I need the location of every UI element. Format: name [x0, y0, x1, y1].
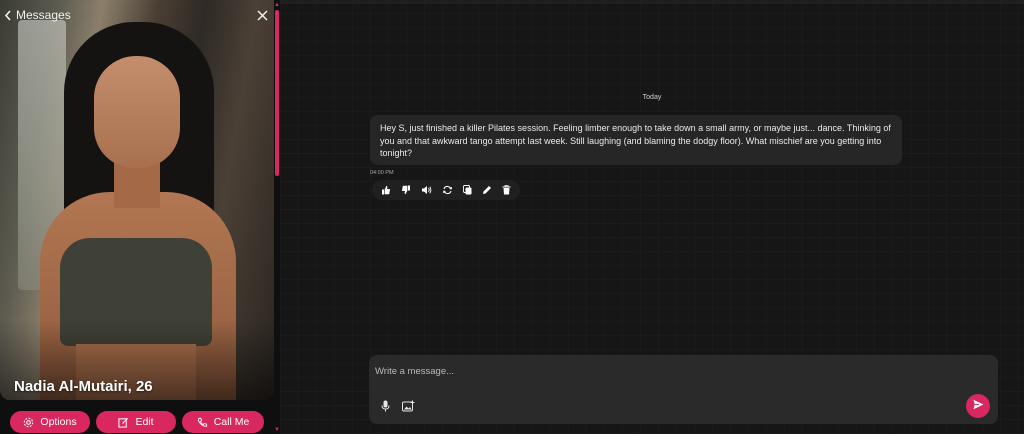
scrollbar-thumb[interactable]: [275, 10, 279, 176]
options-button[interactable]: Options: [10, 411, 90, 433]
edit-button[interactable]: Edit: [96, 411, 176, 433]
gear-icon: [23, 417, 34, 428]
close-button[interactable]: [257, 9, 268, 21]
profile-photo: [0, 0, 274, 400]
date-separator: Today: [642, 94, 662, 101]
message-bubble: Hey S, just finished a killer Pilates se…: [370, 115, 902, 165]
chat-app: Messages Nadia Al-Mutairi, 26 Options Ed…: [0, 0, 1024, 434]
message-composer: [369, 355, 998, 424]
phone-icon: [197, 417, 208, 428]
back-label: Messages: [16, 8, 71, 22]
close-icon: [257, 9, 268, 21]
message-time: 04:00 PM: [370, 170, 394, 176]
chevron-left-icon: [4, 9, 12, 21]
send-icon: [973, 397, 984, 415]
profile-actions: Options Edit Call Me: [10, 411, 270, 434]
microphone-icon[interactable]: [381, 399, 390, 417]
call-me-button[interactable]: Call Me: [182, 411, 264, 433]
thumbs-up-icon[interactable]: [381, 185, 391, 195]
call-me-label: Call Me: [213, 416, 250, 428]
message-input[interactable]: [375, 363, 955, 379]
back-to-messages-button[interactable]: Messages: [4, 8, 71, 22]
edit-label: Edit: [135, 416, 154, 428]
speaker-icon[interactable]: [421, 185, 432, 195]
profile-topbar: Messages: [0, 0, 274, 30]
trash-icon[interactable]: [502, 185, 511, 195]
edit-icon: [118, 417, 129, 428]
edit-pencil-icon[interactable]: [482, 185, 492, 195]
options-label: Options: [40, 416, 77, 428]
regenerate-icon[interactable]: [442, 185, 453, 195]
image-upload-icon[interactable]: [402, 399, 415, 417]
profile-panel: Messages Nadia Al-Mutairi, 26 Options Ed…: [0, 0, 274, 434]
message-toolbar: [372, 180, 520, 200]
profile-name: Nadia Al-Mutairi, 26: [14, 378, 153, 395]
chat-area: Today Hey S, just finished a killer Pila…: [280, 0, 1024, 434]
thumbs-down-icon[interactable]: [401, 185, 411, 195]
send-button[interactable]: [966, 394, 990, 418]
copy-icon[interactable]: [463, 185, 472, 195]
